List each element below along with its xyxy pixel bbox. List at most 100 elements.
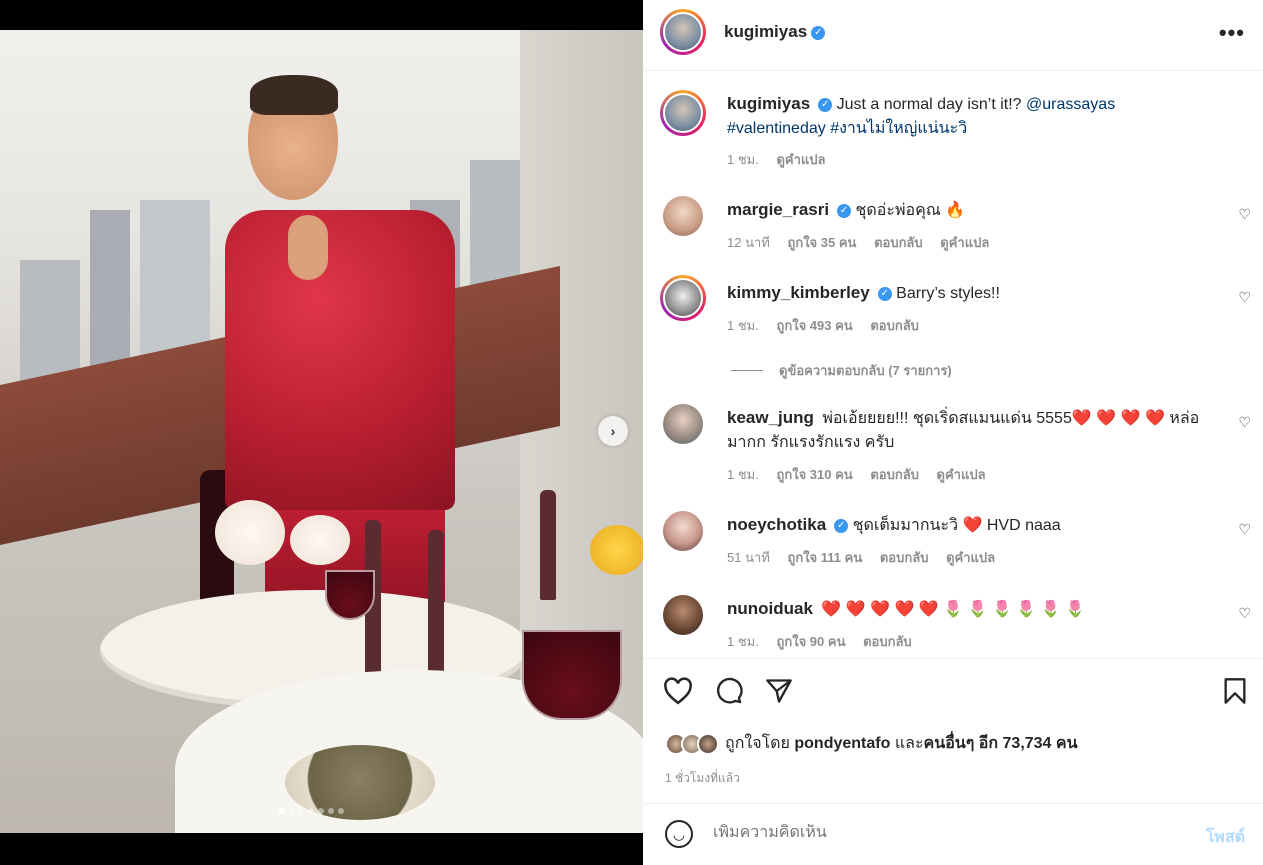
translate-link[interactable]: ดูคำแปล <box>937 467 986 482</box>
photo-flower <box>590 525 643 575</box>
caption-hashtags[interactable]: #valentineday #งานไม่ใหญ่แน่นะวิ <box>727 120 967 137</box>
post-side-panel: kugimiyas ✓ ••• kugimiyas ✓ Just a normal … <box>643 0 1263 865</box>
reply-button[interactable]: ตอบกลับ <box>863 634 912 649</box>
caption-text: Just a normal day isn’t it!? <box>836 96 1022 113</box>
comment-time: 12 นาที <box>727 235 770 250</box>
commenter-avatar[interactable] <box>663 511 703 551</box>
author-avatar[interactable] <box>660 90 706 136</box>
verified-icon: ✓ <box>811 25 826 40</box>
verified-icon: ✓ <box>837 203 852 218</box>
view-replies-button[interactable]: ดูข้อความตอบกลับ (7 รายการ) <box>731 360 952 381</box>
comment-body: keaw_jung พ่อเอ้ยยยย!!! ชุดเริ่ดสแมนแด่น… <box>727 406 1207 455</box>
comment-text: ❤️ ❤️ ❤️ ❤️ ❤️ 🌷 🌷 🌷 🌷 🌷 🌷 <box>821 601 1085 618</box>
comments-list: kugimiyas ✓ Just a normal day isn’t it!? … <box>643 72 1263 658</box>
comment-input[interactable] <box>713 824 1163 842</box>
verified-icon: ✓ <box>877 286 892 301</box>
comment-username[interactable]: margie_rasri <box>727 200 829 219</box>
like-comment-heart-icon[interactable]: ♡ <box>1238 289 1251 306</box>
comment-username[interactable]: noeychotika <box>727 515 826 534</box>
liker-avatars <box>665 732 719 755</box>
commenter-avatar[interactable] <box>663 404 703 444</box>
photo-wine-glass <box>522 630 622 720</box>
reply-button[interactable]: ตอบกลับ <box>880 550 929 565</box>
comment-body: noeychotika ✓ ชุดเต็มมากนะวิ ❤️ HVD naaa <box>727 513 1207 538</box>
photo-person-torso <box>225 210 455 510</box>
translate-link[interactable]: ดูคำแปล <box>946 550 995 565</box>
caption-body: kugimiyas ✓ Just a normal day isn’t it!? … <box>727 92 1207 141</box>
comment-likes[interactable]: ถูกใจ 493 คน <box>776 318 852 333</box>
commenter-avatar[interactable] <box>663 595 703 635</box>
comment-likes[interactable]: ถูกใจ 90 คน <box>776 634 845 649</box>
comment-meta: 1 ชม. ถูกใจ 493 คน ตอบกลับ <box>727 315 933 336</box>
carousel-dot <box>288 808 294 814</box>
author-avatar[interactable] <box>660 9 706 55</box>
bookmark-icon <box>1224 678 1246 704</box>
carousel-dot <box>308 808 314 814</box>
avatar-image <box>663 12 703 52</box>
reply-button[interactable]: ตอบกลับ <box>870 318 919 333</box>
author-username[interactable]: kugimiyas <box>724 22 807 41</box>
more-options-button[interactable]: ••• <box>1219 20 1245 46</box>
reply-button[interactable]: ตอบกลับ <box>874 235 923 250</box>
like-button[interactable] <box>663 677 693 712</box>
commenter-avatar[interactable] <box>663 196 703 236</box>
comment-time: 1 ชม. <box>727 634 759 649</box>
carousel-dot <box>338 808 344 814</box>
view-replies-label: ดูข้อความตอบกลับ (7 รายการ) <box>779 363 952 378</box>
comment-meta: 1 ชม. ถูกใจ 90 คน ตอบกลับ <box>727 631 926 652</box>
commenter-avatar[interactable] <box>660 275 706 321</box>
comment-likes[interactable]: ถูกใจ 111 คน <box>787 550 862 565</box>
avatar-image <box>663 278 703 318</box>
translate-link[interactable]: ดูคำแปล <box>776 152 825 167</box>
comment-time: 51 นาที <box>727 550 770 565</box>
heart-icon <box>664 677 692 705</box>
carousel-next-button[interactable]: › <box>598 416 628 446</box>
add-comment-bar: ◡ โพสต์ <box>643 803 1263 865</box>
author-name-row: kugimiyas ✓ <box>724 22 826 42</box>
caption-mention[interactable]: @urassayas <box>1026 96 1115 113</box>
comment-likes[interactable]: ถูกใจ 310 คน <box>776 467 852 482</box>
comment-likes[interactable]: ถูกใจ 35 คน <box>787 235 856 250</box>
reply-button[interactable]: ตอบกลับ <box>870 467 919 482</box>
comment-username[interactable]: kimmy_kimberley <box>727 283 870 302</box>
comment-text: Barry’s styles!! <box>896 285 1000 302</box>
liker-username[interactable]: pondyentafo <box>794 735 890 753</box>
divider-line <box>731 370 763 371</box>
share-button[interactable] <box>765 677 793 712</box>
carousel-dots <box>278 808 344 814</box>
carousel-dot <box>298 808 304 814</box>
post-photo[interactable] <box>0 30 643 833</box>
like-comment-heart-icon[interactable]: ♡ <box>1238 605 1251 622</box>
comment-button[interactable] <box>715 677 743 712</box>
comment-meta: 1 ชม. ถูกใจ 310 คน ตอบกลับ ดูคำแปล <box>727 464 1000 485</box>
photo-candle <box>540 490 556 600</box>
photo-wine-glass <box>325 570 375 620</box>
like-comment-heart-icon[interactable]: ♡ <box>1238 521 1251 538</box>
like-comment-heart-icon[interactable]: ♡ <box>1238 206 1251 223</box>
comment-time: 1 ชม. <box>727 318 759 333</box>
comment-body: nunoiduak ❤️ ❤️ ❤️ ❤️ ❤️ 🌷 🌷 🌷 🌷 🌷 🌷 <box>727 597 1207 622</box>
likes-others[interactable]: คนอื่นๆ อีก 73,734 คน <box>924 731 1078 756</box>
verified-icon: ✓ <box>834 518 849 533</box>
save-button[interactable] <box>1223 677 1247 712</box>
chevron-right-icon: › <box>610 423 616 439</box>
translate-link[interactable]: ดูคำแปล <box>940 235 989 250</box>
comment-body: margie_rasri ✓ ชุดอ่ะพ่อคุณ 🔥 <box>727 198 1207 223</box>
comment-username[interactable]: nunoiduak <box>727 599 813 618</box>
like-comment-heart-icon[interactable]: ♡ <box>1238 414 1251 431</box>
comment-username[interactable]: keaw_jung <box>727 408 814 427</box>
verified-icon: ✓ <box>818 97 833 112</box>
emoji-button[interactable]: ◡ <box>665 820 693 848</box>
avatar-image <box>663 93 703 133</box>
post-comment-button[interactable]: โพสต์ <box>1206 825 1245 850</box>
photo-flower <box>290 515 350 565</box>
comment-text: ชุดเต็มมากนะวิ ❤️ HVD naaa <box>852 517 1061 534</box>
photo-person-hand <box>288 215 328 280</box>
comment-body: kimmy_kimberley ✓ Barry’s styles!! <box>727 281 1207 306</box>
carousel-dot <box>328 808 334 814</box>
liker-avatar[interactable] <box>697 732 719 755</box>
caption-username[interactable]: kugimiyas <box>727 94 810 113</box>
post-header: kugimiyas ✓ ••• <box>643 0 1263 71</box>
carousel-dot <box>318 808 324 814</box>
carousel-dot <box>278 808 284 814</box>
